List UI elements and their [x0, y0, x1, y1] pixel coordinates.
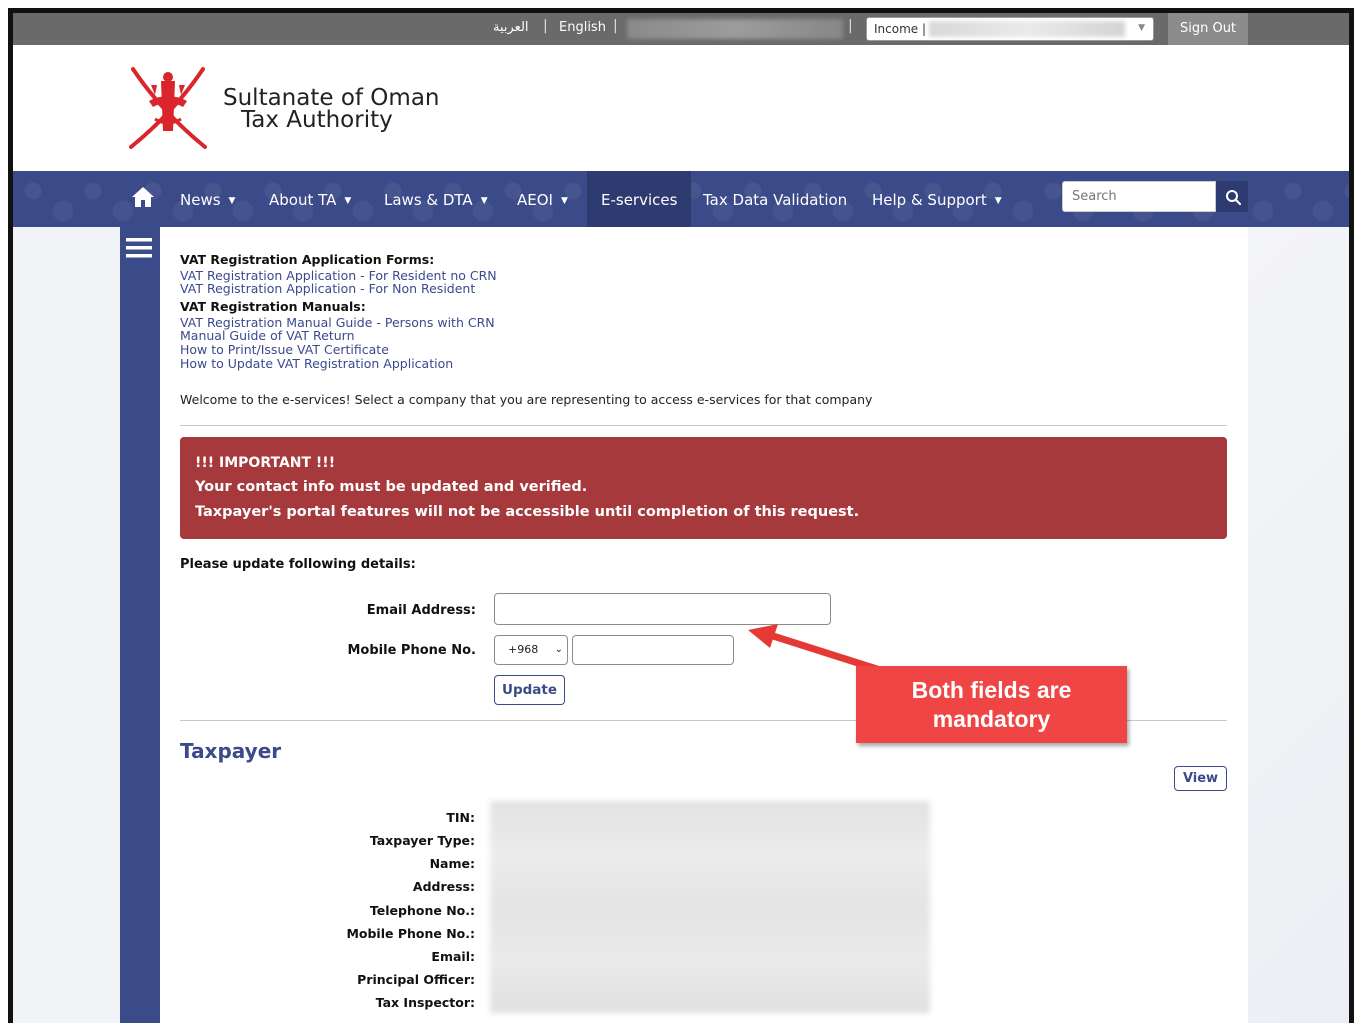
nav-item-label: AEOI — [517, 191, 553, 209]
taxpayer-type-label: Taxpayer Type: — [369, 833, 475, 848]
vat-manuals-heading: VAT Registration Manuals: — [180, 299, 366, 314]
browser-frame: العربية | English | | Income | ▼ Sign Ou… — [8, 8, 1354, 1023]
redacted-user-name — [627, 19, 843, 39]
nav-item-about-ta[interactable]: About TA ▼ — [269, 171, 351, 227]
redacted-taxpayer-details — [490, 801, 930, 1013]
nav-item-news[interactable]: News ▼ — [180, 171, 235, 227]
email-info-label: Email: — [431, 949, 475, 964]
welcome-text: Welcome to the e-services! Select a comp… — [180, 392, 873, 407]
vat-form-link-non-resident[interactable]: VAT Registration Application - For Non R… — [180, 281, 475, 296]
country-code-value: +968 — [508, 643, 539, 656]
vat-manual-link-certificate[interactable]: How to Print/Issue VAT Certificate — [180, 342, 389, 357]
search-icon — [1226, 190, 1242, 206]
separator: | — [613, 18, 618, 34]
nav-item-tax-data-validation[interactable]: Tax Data Validation — [703, 171, 847, 227]
company-select-value: Income | — [874, 22, 927, 36]
alert-title: !!! IMPORTANT !!! — [195, 455, 336, 471]
email-label: Email Address: — [366, 603, 476, 618]
search-button[interactable] — [1216, 181, 1248, 212]
update-details-heading: Please update following details: — [180, 557, 416, 572]
chevron-down-icon: ⌄ — [554, 644, 563, 655]
chevron-down-icon: ▼ — [994, 196, 1002, 206]
page-background-right — [1248, 227, 1349, 1023]
callout-line1: Both fields are — [911, 677, 1072, 703]
mobile-label: Mobile Phone No. — [347, 643, 477, 658]
separator: | — [543, 18, 548, 34]
vat-manual-link-update[interactable]: How to Update VAT Registration Applicati… — [180, 356, 453, 371]
vat-forms-heading: VAT Registration Application Forms: — [180, 252, 435, 267]
view-button[interactable]: View — [1174, 766, 1227, 791]
tin-label: TIN: — [446, 810, 475, 825]
hamburger-menu-icon[interactable] — [126, 237, 152, 259]
nav-item-label: Tax Data Validation — [703, 191, 848, 209]
english-language-link[interactable]: English — [559, 20, 606, 35]
mandatory-fields-callout: Both fields are mandatory — [856, 666, 1127, 743]
alert-line-contact: Your contact info must be updated and ve… — [195, 479, 588, 495]
alert-line-features: Taxpayer's portal features will not be a… — [195, 504, 860, 520]
main-navigation: News ▼ About TA ▼ Laws & DTA ▼ AEOI ▼ E-serv… — [13, 171, 1349, 227]
update-button[interactable]: Update — [494, 675, 565, 705]
important-alert: !!! IMPORTANT !!! Your contact info must… — [180, 437, 1227, 539]
company-select[interactable]: Income | ▼ — [866, 17, 1154, 41]
taxpayer-heading: Taxpayer — [180, 739, 282, 763]
nav-item-laws-dta[interactable]: Laws & DTA ▼ — [384, 171, 488, 227]
nav-item-aeoi[interactable]: AEOI ▼ — [517, 171, 568, 227]
chevron-down-icon: ▼ — [480, 196, 488, 206]
nav-item-label: News — [180, 191, 221, 209]
nav-item-help-support[interactable]: Help & Support ▼ — [872, 171, 1002, 227]
side-menu-panel — [120, 227, 160, 1023]
dropdown-caret-icon: ▼ — [1138, 23, 1145, 33]
top-utility-bar: العربية | English | | Income | ▼ Sign Ou… — [13, 13, 1349, 45]
mobile-phone-info-label: Mobile Phone No.: — [346, 926, 475, 941]
telephone-label: Telephone No.: — [369, 903, 475, 918]
nav-item-label: Laws & DTA — [384, 191, 473, 209]
country-code-select[interactable]: +968 ⌄ — [494, 635, 568, 665]
oman-emblem-logo[interactable] — [121, 61, 215, 153]
org-name-line2: Tax Authority — [241, 107, 393, 133]
nav-item-label: Help & Support — [872, 191, 987, 209]
vat-manual-link-return[interactable]: Manual Guide of VAT Return — [180, 328, 355, 343]
chevron-down-icon: ▼ — [560, 196, 568, 206]
main-content: VAT Registration Application Forms: VAT … — [160, 227, 1248, 1023]
separator: | — [848, 18, 853, 34]
divider — [180, 425, 1227, 426]
sign-out-button[interactable]: Sign Out — [1168, 13, 1248, 45]
redacted-company-name — [929, 21, 1125, 37]
mobile-phone-field[interactable] — [572, 635, 734, 665]
nav-item-label: E-services — [601, 191, 678, 209]
address-label: Address: — [412, 879, 475, 894]
search-input[interactable] — [1062, 181, 1216, 212]
arabic-language-link[interactable]: العربية — [493, 20, 529, 35]
nav-item-label: About TA — [269, 191, 337, 209]
nav-item-e-services[interactable]: E-services — [587, 171, 692, 227]
tax-inspector-label: Tax Inspector: — [375, 995, 475, 1010]
callout-line2: mandatory — [932, 706, 1051, 732]
principal-officer-label: Principal Officer: — [357, 972, 475, 987]
name-label: Name: — [429, 856, 475, 871]
site-header: Sultanate of Oman Tax Authority — [13, 45, 1349, 171]
chevron-down-icon: ▼ — [228, 196, 236, 206]
home-icon[interactable] — [131, 186, 155, 208]
chevron-down-icon: ▼ — [344, 196, 352, 206]
